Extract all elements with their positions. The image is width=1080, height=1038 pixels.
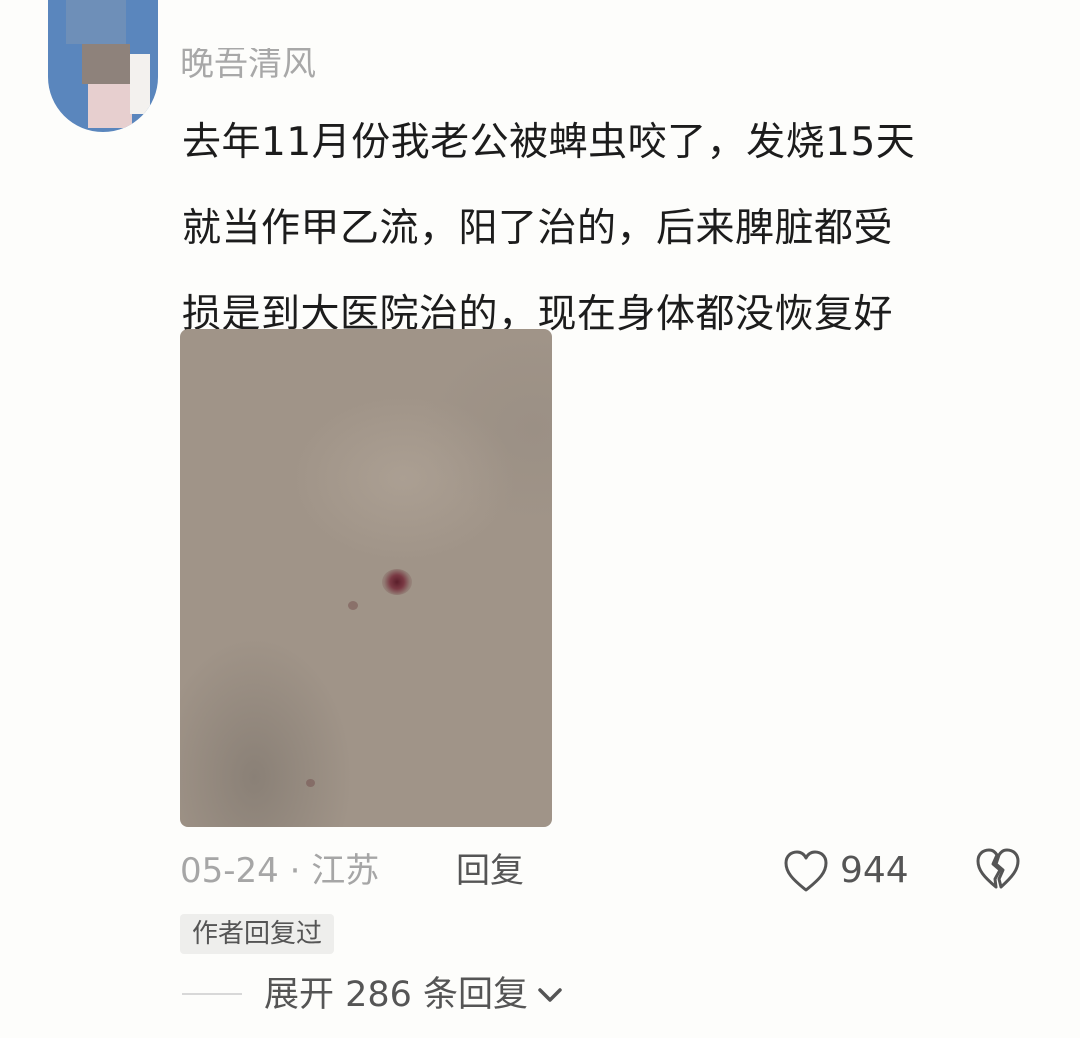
- like-button[interactable]: 944: [782, 846, 909, 896]
- comment-location: 江苏: [311, 851, 380, 891]
- comment-line: 就当作甲乙流，阳了治的，后来脾脏都受: [182, 206, 894, 251]
- comment-text: 去年11月份我老公被蜱虫咬了，发烧15天 就当作甲乙流，阳了治的，后来脾脏都受 …: [182, 100, 1062, 358]
- bite-mark: [382, 569, 412, 595]
- meta-separator: ·: [289, 851, 301, 891]
- broken-heart-icon: [976, 848, 1020, 889]
- expand-replies-label: 展开 286 条回复: [264, 975, 529, 1015]
- username[interactable]: 晚吾清风: [180, 48, 316, 80]
- comment-photo[interactable]: [180, 329, 552, 827]
- divider: [182, 993, 242, 995]
- author-replied-badge: 作者回复过: [180, 914, 335, 954]
- dislike-button[interactable]: [974, 846, 1022, 894]
- comment-line: 去年11月份我老公被蜱虫咬了，发烧15天: [182, 120, 916, 165]
- comment-card: 晚吾清风 去年11月份我老公被蜱虫咬了，发烧15天 就当作甲乙流，阳了治的，后来…: [0, 0, 1080, 1038]
- like-count: 944: [840, 850, 909, 891]
- avatar[interactable]: [48, 0, 158, 132]
- heart-outline-icon: [784, 850, 828, 892]
- reply-button[interactable]: 回复: [456, 846, 524, 896]
- comment-meta: 05-24 · 江苏: [180, 846, 379, 896]
- chevron-down-icon: [538, 988, 562, 1002]
- comment-date: 05-24: [180, 851, 279, 891]
- expand-replies-button[interactable]: 展开 286 条回复: [264, 970, 566, 1020]
